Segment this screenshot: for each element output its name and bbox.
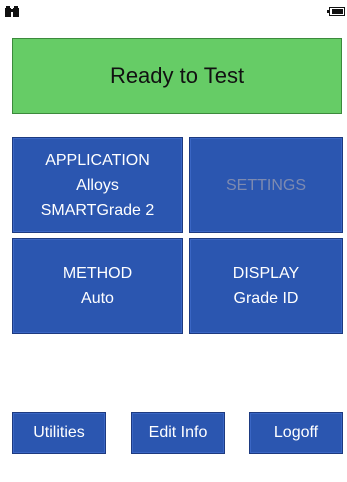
utilities-label: Utilities	[33, 424, 85, 441]
edit-info-label: Edit Info	[148, 424, 208, 441]
logoff-label: Logoff	[273, 424, 319, 441]
logoff-button[interactable]: Logoff	[249, 412, 343, 454]
application-title: APPLICATION	[45, 151, 150, 169]
application-value: Alloys	[76, 176, 119, 194]
status-bar	[0, 0, 347, 22]
binoculars-icon	[5, 6, 19, 17]
utilities-button[interactable]: Utilities	[12, 412, 106, 454]
status-text: Ready to Test	[109, 63, 245, 88]
display-value: Grade ID	[233, 290, 299, 307]
display-title: DISPLAY	[232, 265, 300, 282]
battery-icon	[327, 7, 345, 16]
method-tile[interactable]: METHOD Auto	[12, 238, 183, 334]
application-mode: SMARTGrade 2	[40, 201, 155, 219]
status-banner: Ready to Test	[12, 38, 342, 114]
method-title: METHOD	[62, 265, 133, 282]
edit-info-button[interactable]: Edit Info	[131, 412, 225, 454]
display-tile[interactable]: DISPLAY Grade ID	[189, 238, 343, 334]
settings-title: SETTINGS	[225, 176, 306, 194]
settings-tile[interactable]: SETTINGS	[189, 137, 343, 233]
method-value: Auto	[81, 290, 114, 307]
application-tile[interactable]: APPLICATION Alloys SMARTGrade 2	[12, 137, 183, 233]
